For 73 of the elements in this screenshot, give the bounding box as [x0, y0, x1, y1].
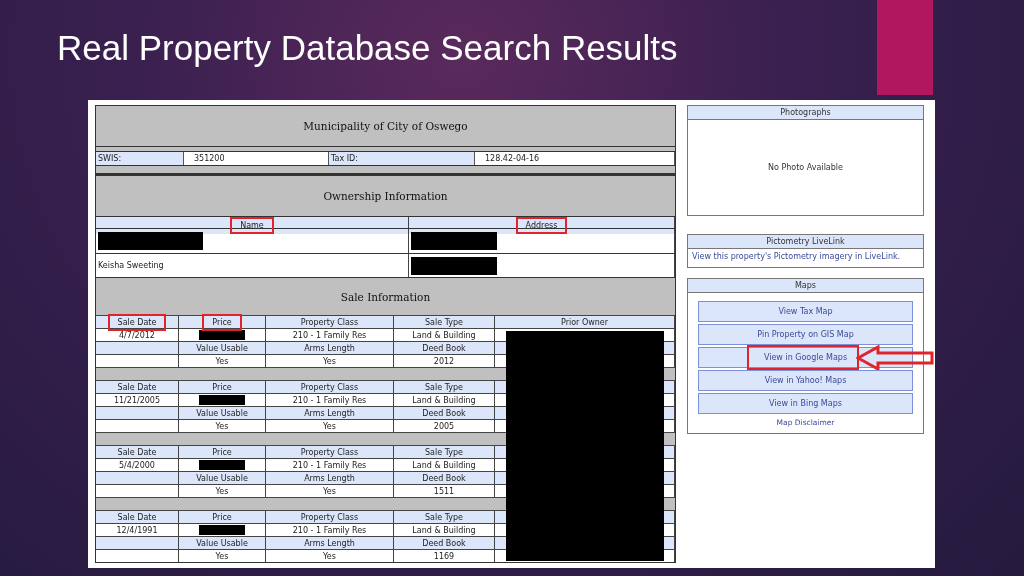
column-header: Deed Book [422, 538, 466, 548]
highlight-frame: Name [230, 216, 274, 234]
column-header: Price [212, 382, 232, 392]
column-header: Sale Type [424, 447, 463, 457]
table-cell: Yes [323, 356, 336, 366]
table-cell: 1169 [433, 551, 455, 561]
column-header: Value Usable [196, 408, 248, 418]
box-title: Maps [794, 281, 817, 290]
table-cell: 1511 [433, 486, 455, 496]
map-button[interactable]: View in Bing Maps [698, 393, 913, 414]
table-cell: Land & Building [412, 460, 476, 470]
map-button[interactable]: View in Google Maps [698, 347, 913, 368]
table-cell: Land & Building [412, 395, 476, 405]
column-header: Arms Length [304, 408, 355, 418]
table-cell: 2012 [433, 356, 455, 366]
field-label: SWIS: [96, 151, 184, 165]
table-cell: Yes [215, 356, 229, 366]
section-header: Municipality of City of Oswego [96, 105, 675, 146]
field-value: 128.42-04-16 [475, 151, 675, 165]
table-cell: 2005 [433, 421, 455, 431]
highlight-frame: Price [202, 313, 242, 331]
table-cell: 210 - 1 Family Res [292, 395, 367, 405]
column-header: Price [212, 512, 232, 522]
column-header: Price [212, 447, 232, 457]
map-button[interactable]: Pin Property on GIS Map [698, 324, 913, 345]
map-button[interactable]: View Tax Map [698, 301, 913, 322]
highlight-frame: Sale Date [107, 313, 167, 331]
livelink-link[interactable]: View this property's Pictometry imagery in LiveLink. [692, 252, 901, 261]
table-cell: 210 - 1 Family Res [292, 330, 367, 340]
table-cell: 210 - 1 Family Res [292, 525, 367, 535]
slide-title: Real Property Database Search Results [57, 27, 678, 69]
table-cell: Yes [323, 421, 336, 431]
map-button[interactable]: View in Yahoo! Maps [698, 370, 913, 391]
column-header: Sale Type [424, 382, 463, 392]
column-header: Deed Book [422, 343, 466, 353]
table-cell: Yes [323, 486, 336, 496]
column-header: Sale Type [424, 512, 463, 522]
column-header: Prior Owner [560, 317, 608, 327]
column-header: Value Usable [196, 343, 248, 353]
field-label: Tax ID: [329, 151, 475, 165]
table-cell: Yes [215, 486, 229, 496]
column-header: Value Usable [196, 538, 248, 548]
column-header: Sale Date [117, 512, 157, 522]
column-header: Property Class [300, 447, 359, 457]
table-cell: Yes [215, 421, 229, 431]
highlight-frame: Address [515, 216, 568, 234]
table-cell: 11/21/2005 [113, 395, 161, 405]
column-header: Property Class [300, 382, 359, 392]
table-cell: Land & Building [412, 525, 476, 535]
column-header: Deed Book [422, 473, 466, 483]
column-header: Deed Book [422, 408, 466, 418]
column-header: Sale Date [117, 382, 157, 392]
table-cell: Yes [215, 551, 229, 561]
box-title: Photographs [780, 108, 831, 117]
owner-name: Keisha Sweeting [98, 261, 164, 271]
column-header: Arms Length [304, 343, 355, 353]
column-header: Value Usable [196, 473, 248, 483]
column-header: Sale Type [424, 317, 463, 327]
no-photo-message: No Photo Available [768, 163, 843, 172]
section-header: Ownership Information [96, 175, 675, 216]
column-header: Property Class [300, 317, 359, 327]
table-cell: 4/7/2012 [119, 330, 155, 340]
column-header: Arms Length [304, 538, 355, 548]
box-title: Pictometry LiveLink [766, 237, 845, 246]
table-cell: 5/4/2000 [119, 460, 155, 470]
column-header: Arms Length [304, 473, 355, 483]
table-cell: 12/4/1991 [116, 525, 158, 535]
table-cell: Yes [323, 551, 336, 561]
table-cell: Land & Building [412, 330, 476, 340]
section-header: Sale Information [96, 277, 675, 315]
column-header: Sale Date [117, 447, 157, 457]
column-header: Property Class [300, 512, 359, 522]
table-cell: 210 - 1 Family Res [292, 460, 367, 470]
